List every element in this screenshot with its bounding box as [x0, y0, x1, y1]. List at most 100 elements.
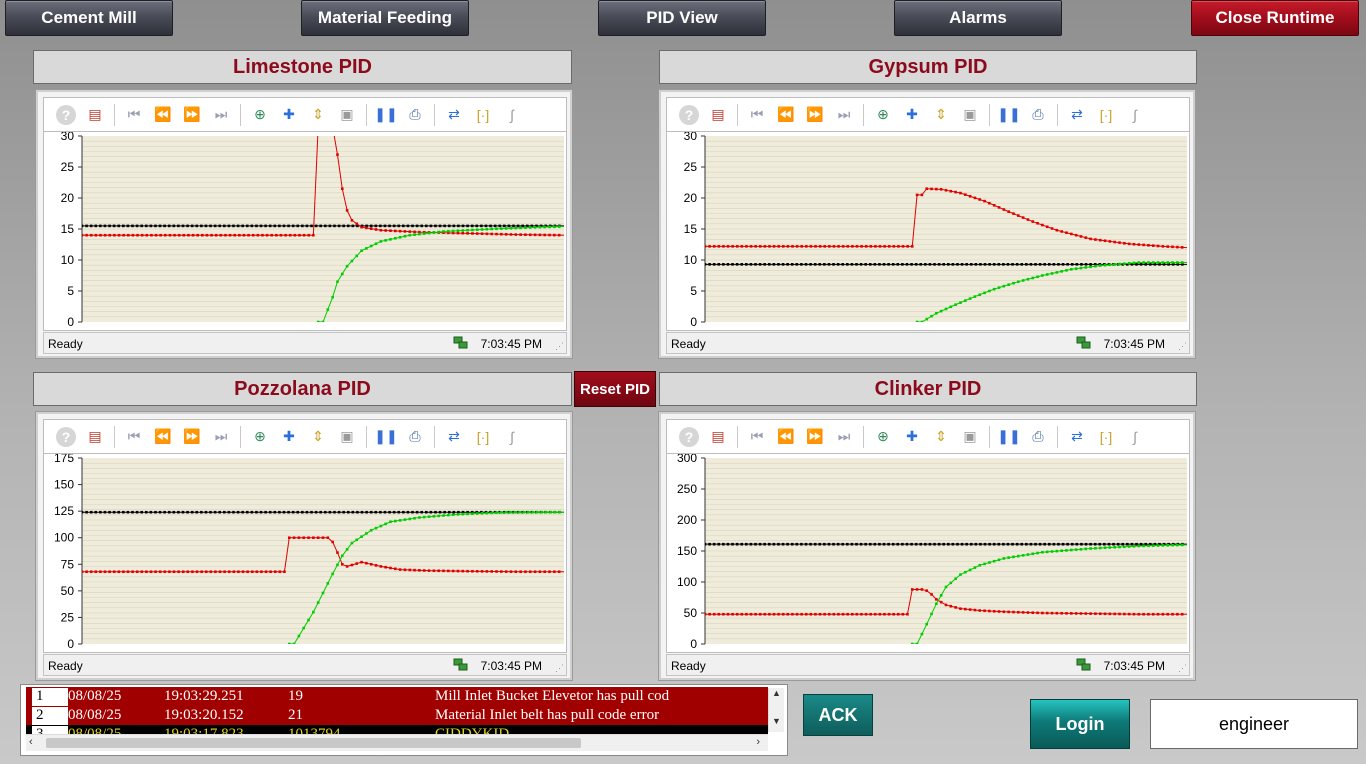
scale-icon[interactable]: ⇕ — [308, 427, 328, 447]
reset-pid-button[interactable]: Reset PID — [574, 371, 656, 407]
resize-grip-icon[interactable]: ⋰ — [555, 341, 564, 352]
help-icon[interactable]: ? — [56, 426, 76, 447]
alarm-list[interactable]: 1 08/08/25 19:03:29.251 19 Mill Inlet Bu… — [20, 684, 788, 756]
scroll-up-icon[interactable]: ▲ — [772, 688, 781, 698]
plot-area[interactable]: 30 25 20 15 10 5 0 — [43, 131, 567, 331]
properties-icon[interactable]: ▤ — [85, 427, 105, 447]
help-icon[interactable]: ? — [679, 104, 699, 125]
axis-swap-icon[interactable]: ⇄ — [444, 427, 464, 447]
rewind-icon[interactable]: ⏪ — [776, 427, 796, 447]
resize-grip-icon[interactable]: ⋰ — [1178, 341, 1187, 352]
first-icon[interactable]: ⏮ — [747, 427, 767, 447]
zoom-icon[interactable]: ⊕ — [873, 105, 893, 125]
plot-area[interactable]: 175 150 125 100 75 50 25 0 — [43, 453, 567, 653]
properties-icon[interactable]: ▤ — [708, 427, 728, 447]
scroll-thumb[interactable] — [46, 738, 581, 748]
series-point-output — [288, 233, 292, 237]
close-runtime-button[interactable]: Close Runtime — [1191, 0, 1359, 36]
alarm-row[interactable]: 2 08/08/25 19:03:20.152 21 Material Inle… — [26, 706, 768, 726]
rewind-icon[interactable]: ⏪ — [776, 105, 796, 125]
pan-icon[interactable]: ✚ — [902, 105, 922, 125]
login-button[interactable]: Login — [1030, 699, 1130, 749]
ack-button[interactable]: ACK — [803, 694, 873, 736]
zoom-icon[interactable]: ⊕ — [873, 427, 893, 447]
first-icon[interactable]: ⏮ — [747, 105, 767, 125]
help-icon[interactable]: ? — [56, 104, 76, 125]
series-point-process — [403, 518, 407, 521]
range-icon[interactable]: [·] — [473, 105, 493, 125]
alarm-horizontal-scrollbar[interactable]: ‹ › — [26, 734, 768, 751]
series-point-output — [246, 570, 249, 574]
properties-icon[interactable]: ▤ — [708, 105, 728, 125]
forward-icon[interactable]: ⏩ — [805, 105, 825, 125]
pan-icon[interactable]: ✚ — [279, 427, 299, 447]
reset-zoom-icon[interactable]: ▣ — [960, 105, 980, 125]
series-point-process — [992, 559, 996, 563]
last-icon[interactable]: ⏭ — [211, 427, 231, 447]
axis-swap-icon[interactable]: ⇄ — [1067, 105, 1087, 125]
nav-material-feeding-button[interactable]: Material Feeding — [301, 0, 469, 36]
rewind-icon[interactable]: ⏪ — [153, 427, 173, 447]
forward-icon[interactable]: ⏩ — [805, 427, 825, 447]
series-point-process — [978, 293, 982, 297]
zoom-icon[interactable]: ⊕ — [250, 105, 270, 125]
pause-icon[interactable]: ❚❚ — [374, 427, 397, 447]
resize-grip-icon[interactable]: ⋰ — [555, 663, 564, 674]
first-icon[interactable]: ⏮ — [124, 105, 144, 125]
print-icon[interactable]: ⎙ — [405, 105, 425, 125]
reset-zoom-icon[interactable]: ▣ — [337, 427, 357, 447]
scroll-down-icon[interactable]: ▼ — [772, 716, 781, 726]
print-icon[interactable]: ⎙ — [1028, 105, 1048, 125]
resize-grip-icon[interactable]: ⋰ — [1178, 663, 1187, 674]
pan-icon[interactable]: ✚ — [902, 427, 922, 447]
nav-pid-view-button[interactable]: PID View — [598, 0, 766, 36]
series-point-output — [1036, 611, 1039, 615]
formula-icon[interactable]: ∫ — [502, 105, 522, 125]
last-icon[interactable]: ⏭ — [211, 105, 231, 125]
alarm-vertical-scrollbar[interactable]: ▲ ▼ — [768, 688, 784, 732]
series-point-setpoint — [154, 510, 157, 514]
plot-area[interactable]: 30 25 20 15 10 5 0 — [666, 131, 1190, 331]
properties-icon[interactable]: ▤ — [85, 105, 105, 125]
print-icon[interactable]: ⎙ — [1028, 427, 1048, 447]
help-icon[interactable]: ? — [679, 426, 699, 447]
zoom-icon[interactable]: ⊕ — [250, 427, 270, 447]
pan-icon[interactable]: ✚ — [279, 105, 299, 125]
formula-icon[interactable]: ∫ — [1125, 427, 1145, 447]
reset-zoom-icon[interactable]: ▣ — [337, 105, 357, 125]
series-point-output — [731, 612, 734, 616]
print-icon[interactable]: ⎙ — [405, 427, 425, 447]
formula-icon[interactable]: ∫ — [1125, 105, 1145, 125]
range-icon[interactable]: [·] — [473, 427, 493, 447]
scale-icon[interactable]: ⇕ — [931, 105, 951, 125]
pause-icon[interactable]: ❚❚ — [997, 427, 1020, 447]
scale-icon[interactable]: ⇕ — [308, 105, 328, 125]
formula-icon[interactable]: ∫ — [502, 427, 522, 447]
scroll-left-icon[interactable]: ‹ — [29, 736, 33, 748]
series-point-process — [553, 225, 556, 229]
series-point-output — [145, 570, 148, 574]
y-tick-label: 20 — [684, 191, 698, 205]
first-icon[interactable]: ⏮ — [124, 427, 144, 447]
last-icon[interactable]: ⏭ — [834, 105, 854, 125]
last-icon[interactable]: ⏭ — [834, 427, 854, 447]
plot-area[interactable]: 300 250 200 150 100 50 0 — [666, 453, 1190, 653]
scale-icon[interactable]: ⇕ — [931, 427, 951, 447]
series-point-output — [181, 570, 185, 574]
forward-icon[interactable]: ⏩ — [182, 427, 202, 447]
alarm-row[interactable]: 1 08/08/25 19:03:29.251 19 Mill Inlet Bu… — [26, 687, 768, 707]
range-icon[interactable]: [·] — [1096, 427, 1116, 447]
range-icon[interactable]: [·] — [1096, 105, 1116, 125]
nav-alarms-button[interactable]: Alarms — [894, 0, 1062, 36]
pause-icon[interactable]: ❚❚ — [997, 105, 1020, 125]
forward-icon[interactable]: ⏩ — [182, 105, 202, 125]
pause-icon[interactable]: ❚❚ — [374, 105, 397, 125]
scroll-right-icon[interactable]: › — [756, 736, 760, 748]
axis-swap-icon[interactable]: ⇄ — [1067, 427, 1087, 447]
axis-swap-icon[interactable]: ⇄ — [444, 105, 464, 125]
reset-zoom-icon[interactable]: ▣ — [960, 427, 980, 447]
rewind-icon[interactable]: ⏪ — [153, 105, 173, 125]
series-point-setpoint — [144, 510, 148, 514]
nav-cement-mill-button[interactable]: Cement Mill — [5, 0, 173, 36]
toolbar-separator — [434, 103, 435, 126]
